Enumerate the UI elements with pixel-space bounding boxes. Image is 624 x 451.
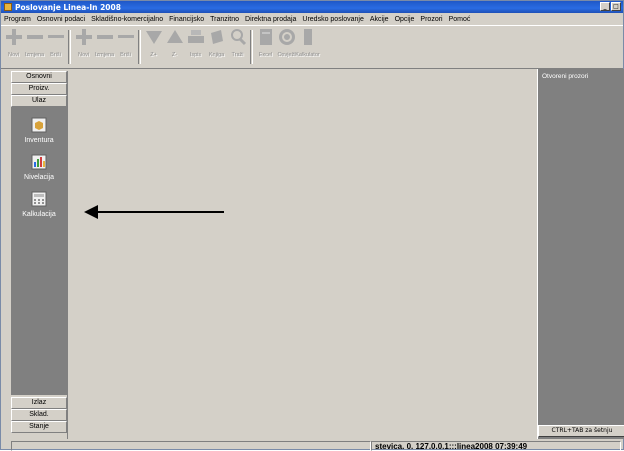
- bar-chart-icon: [31, 154, 47, 170]
- menu-skladisno-komercijalno[interactable]: Skladišno-komercijalno: [91, 16, 163, 23]
- triangle-up-icon: [166, 28, 184, 46]
- toolbar-label: Ispis: [189, 52, 202, 58]
- toolbar-new-button[interactable]: Novi: [3, 26, 24, 68]
- menu-prozori[interactable]: Prozori: [420, 16, 442, 23]
- toolbar-label: Z-: [171, 52, 178, 58]
- nav-item-inventura[interactable]: Inventura: [11, 117, 67, 144]
- tab-proizv[interactable]: Proizv.: [11, 83, 67, 95]
- toolbar-edit-button[interactable]: Izmjena: [24, 26, 45, 68]
- nav-item-label: Kalkulacija: [22, 211, 56, 218]
- toolbar-edit-2-button[interactable]: Izmjena: [94, 26, 115, 68]
- toolbar-label: Izmjena: [24, 52, 45, 58]
- menu-pomoc[interactable]: Pomoć: [449, 16, 471, 23]
- toolbar-refresh-button[interactable]: Osvježi: [276, 26, 297, 68]
- toolbar-search-button[interactable]: Traži: [227, 26, 248, 68]
- printer-icon: [187, 28, 205, 46]
- toolbar-z-plus-button[interactable]: Z+: [143, 26, 164, 68]
- app-window: Poslovanje Linea-In 2008 _ □ Program Osn…: [0, 0, 624, 451]
- inventory-box-icon: [31, 117, 47, 133]
- toolbar-label: Traži: [231, 52, 244, 58]
- toolbar-label: Izmjena: [94, 52, 115, 58]
- menu-bar: Program Osnovni podaci Skladišno-komerci…: [1, 13, 623, 25]
- title-bar: Poslovanje Linea-In 2008 _ □: [1, 1, 623, 13]
- tab-sklad[interactable]: Sklad.: [11, 409, 67, 421]
- calculator-doc-icon: [31, 191, 47, 207]
- toolbar-calculator-button[interactable]: Kalkulator: [295, 26, 320, 68]
- minus-icon: [117, 28, 135, 46]
- nav-item-label: Nivelacija: [24, 174, 54, 181]
- open-windows-title: Otvoreni prozori: [542, 73, 589, 80]
- toolbar-delete-2-button[interactable]: Briši: [115, 26, 136, 68]
- toolbar-label: Briši: [50, 52, 61, 58]
- toolbar-label: Novi: [77, 52, 89, 58]
- nav-item-label: Inventura: [24, 137, 54, 144]
- tab-stanje[interactable]: Stanje: [11, 421, 67, 433]
- plus-icon: [5, 28, 23, 46]
- toolbar-separator: [250, 30, 253, 64]
- toolbar-label: Excel: [258, 52, 273, 58]
- triangle-down-icon: [145, 28, 163, 46]
- menu-uredsko-poslovanje[interactable]: Uredsko poslovanje: [302, 16, 363, 23]
- app-icon: [4, 3, 12, 11]
- tab-ulaz[interactable]: Ulaz: [11, 95, 67, 107]
- toolbar-book-button[interactable]: Knjiga: [206, 26, 227, 68]
- open-windows-panel: Otvoreni prozori CTRL+TAB za šetnju: [537, 69, 624, 439]
- tab-izlaz[interactable]: Izlaz: [11, 397, 67, 409]
- toolbar-label: Kalkulator: [295, 52, 320, 58]
- toolbar-label: Z+: [150, 52, 157, 58]
- menu-program[interactable]: Program: [4, 16, 31, 23]
- toolbar-excel-button[interactable]: Excel: [255, 26, 276, 68]
- menu-akcije[interactable]: Akcije: [370, 16, 389, 23]
- toolbar: Novi Izmjena Briši Novi Izmjena Briši Z+: [1, 25, 623, 69]
- maximize-button[interactable]: □: [611, 2, 621, 11]
- minus-icon: [96, 28, 114, 46]
- outlook-bar-items: Inventura Nivelacija Kalkulacija: [11, 107, 67, 395]
- plus-icon: [75, 28, 93, 46]
- toolbar-z-minus-button[interactable]: Z-: [164, 26, 185, 68]
- toolbar-print-button[interactable]: Ispis: [185, 26, 206, 68]
- nav-item-kalkulacija[interactable]: Kalkulacija: [11, 191, 67, 218]
- search-icon: [229, 28, 247, 46]
- ctrl-tab-hint: CTRL+TAB za šetnju: [538, 425, 624, 437]
- toolbar-separator: [138, 30, 141, 64]
- nav-item-nivelacija[interactable]: Nivelacija: [11, 154, 67, 181]
- menu-opcije[interactable]: Opcije: [395, 16, 415, 23]
- excel-icon: [257, 28, 275, 46]
- toolbar-label: Knjiga: [208, 52, 225, 58]
- toolbar-label: Novi: [7, 52, 19, 58]
- window-title: Poslovanje Linea-In 2008: [15, 2, 121, 12]
- toolbar-new-2-button[interactable]: Novi: [73, 26, 94, 68]
- minus-icon: [26, 28, 44, 46]
- minus-icon: [47, 28, 65, 46]
- menu-osnovni-podaci[interactable]: Osnovni podaci: [37, 16, 85, 23]
- toolbar-delete-button[interactable]: Briši: [45, 26, 66, 68]
- tab-osnovni[interactable]: Osnovni: [11, 71, 67, 83]
- book-icon: [208, 28, 226, 46]
- toolbar-label: Osvježi: [277, 52, 296, 58]
- mdi-workspace[interactable]: [67, 71, 537, 439]
- menu-tranzitno[interactable]: Tranzitno: [210, 16, 239, 23]
- arrow-annotation: [84, 205, 224, 219]
- toolbar-separator: [68, 30, 71, 64]
- calculator-icon: [299, 28, 317, 46]
- menu-direktna-prodaja[interactable]: Direktna prodaja: [245, 16, 296, 23]
- refresh-icon: [278, 28, 296, 46]
- minimize-button[interactable]: _: [600, 2, 610, 11]
- menu-financijsko[interactable]: Financijsko: [169, 16, 204, 23]
- toolbar-label: Briši: [120, 52, 131, 58]
- outlook-bar: Osnovni Proizv. Ulaz Inventura Nivelacij…: [11, 71, 67, 439]
